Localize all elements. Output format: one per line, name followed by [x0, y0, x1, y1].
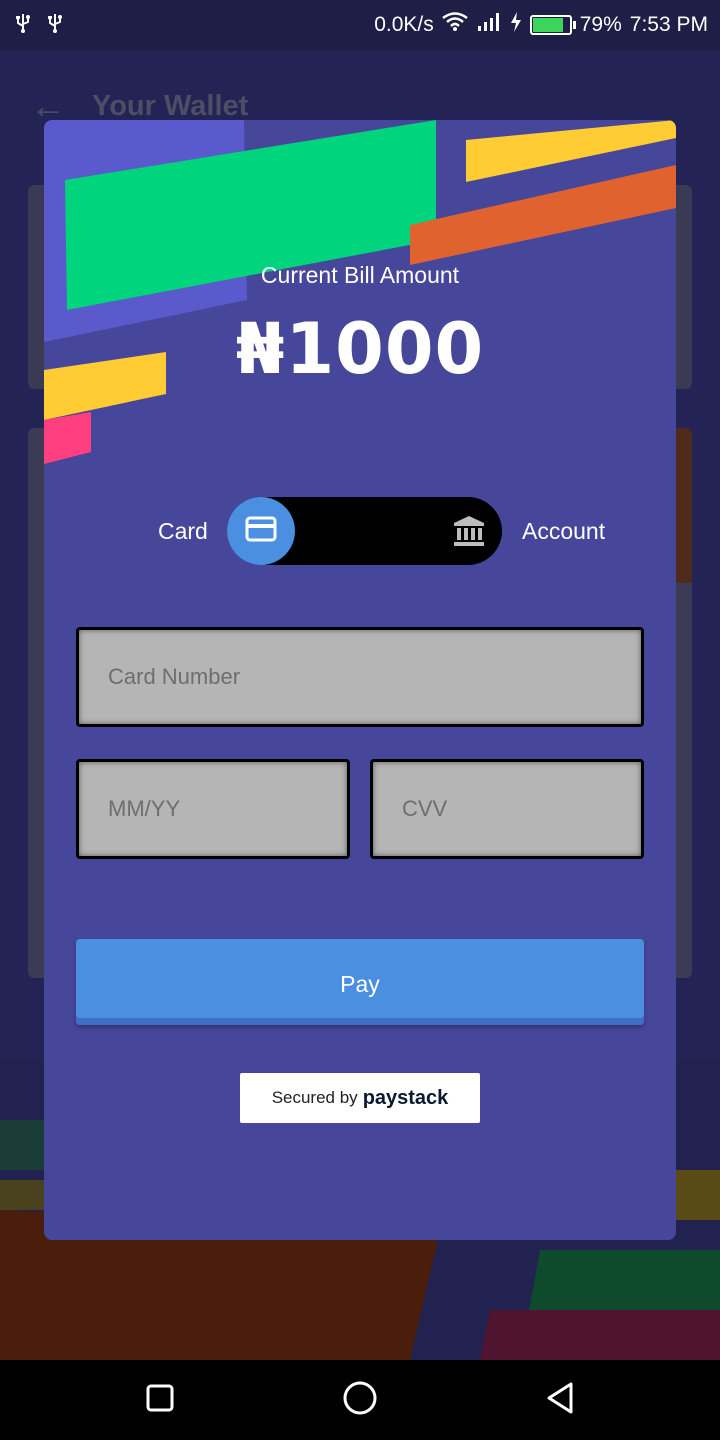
battery-icon: [529, 15, 576, 35]
pay-button[interactable]: Pay: [76, 939, 644, 1025]
header-decoration: [44, 120, 676, 464]
bank-icon[interactable]: [452, 514, 486, 553]
toggle-label-account[interactable]: Account: [522, 518, 605, 545]
payment-modal: Current Bill Amount ₦1000 Card Account P…: [44, 120, 676, 1240]
secured-by-text: Secured by: [271, 1088, 358, 1107]
signal-icon: [476, 12, 502, 38]
bill-label: Current Bill Amount: [260, 262, 460, 288]
net-speed: 0.0K/s: [374, 13, 434, 36]
paystack-logo: paystack: [362, 1086, 449, 1109]
circle-icon: [342, 1380, 378, 1421]
home-button[interactable]: [340, 1380, 380, 1420]
charging-icon: [510, 12, 522, 38]
back-button[interactable]: [540, 1380, 580, 1420]
bill-amount: ₦1000: [235, 308, 485, 390]
recents-button[interactable]: [140, 1380, 180, 1420]
background-title: Your Wallet: [92, 89, 249, 122]
cvv-input[interactable]: [373, 762, 641, 856]
background-header: ← Your Wallet: [30, 88, 248, 124]
card-number-input[interactable]: [79, 630, 641, 724]
battery-percent: 79%: [579, 13, 622, 36]
card-number-field[interactable]: [76, 627, 644, 727]
toggle-knob[interactable]: [227, 497, 295, 565]
secured-by-badge: Secured by paystack: [240, 1073, 480, 1123]
navigation-bar: [0, 1360, 720, 1440]
payment-method-toggle[interactable]: [227, 497, 502, 565]
toggle-label-card[interactable]: Card: [158, 518, 208, 545]
payment-method-toggle-row: Card Account: [44, 496, 676, 566]
usb-icon: [12, 12, 34, 40]
wifi-icon: [442, 12, 468, 38]
square-icon: [145, 1383, 175, 1418]
usb-icon: [44, 12, 66, 40]
credit-card-icon: [245, 516, 277, 547]
notification-icons: [12, 12, 66, 40]
clock: 7:53 PM: [629, 13, 708, 36]
expiry-field[interactable]: [76, 759, 350, 859]
status-bar: 0.0K/s 79% 7:53 PM: [0, 0, 720, 50]
back-arrow-icon: ←: [30, 85, 66, 126]
expiry-input[interactable]: [79, 762, 347, 856]
triangle-back-icon: [545, 1381, 575, 1420]
cvv-field[interactable]: [370, 759, 644, 859]
